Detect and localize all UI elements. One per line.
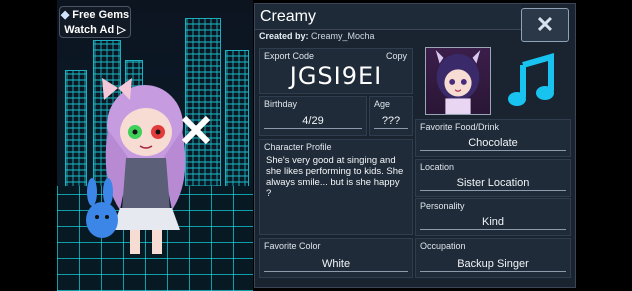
free-gems-label: Free Gems — [72, 9, 130, 21]
character-portrait[interactable] — [425, 47, 491, 115]
personality-label: Personality — [420, 201, 465, 211]
occupation-box: Occupation Backup Singer — [415, 238, 571, 278]
location-label: Location — [420, 162, 455, 172]
birthday-box: Birthday 4/29 — [259, 96, 367, 136]
free-gems-row: ◆ Free Gems — [60, 8, 130, 23]
favorite-food-value[interactable]: Chocolate — [420, 137, 566, 151]
personality-value[interactable]: Kind — [420, 216, 566, 230]
character-profile-panel: Creamy Created by: Creamy_Mocha ✕ Export… — [254, 3, 576, 288]
export-code-box: Export Code Copy JGSI9EI — [259, 48, 413, 94]
character-name-title: Creamy — [255, 4, 521, 30]
character-profile-label: Character Profile — [264, 142, 332, 152]
location-value[interactable]: Sister Location — [420, 177, 566, 191]
close-button[interactable]: ✕ — [521, 8, 569, 42]
character-profile-box: Character Profile She's very good at sin… — [259, 139, 413, 235]
personality-box: Personality Kind — [415, 198, 571, 236]
location-box: Location Sister Location — [415, 159, 571, 197]
favorite-color-box: Favorite Color White — [259, 238, 413, 278]
free-gems-button[interactable]: ◆ Free Gems Watch Ad ▷ — [59, 6, 131, 38]
favorite-color-label: Favorite Color — [264, 241, 321, 251]
watch-ad-label: Watch Ad ▷ — [64, 24, 126, 36]
character-avatar — [86, 78, 210, 254]
created-by-value: Creamy_Mocha — [311, 31, 375, 41]
diamond-icon: ◆ — [60, 9, 70, 21]
music-note-icon — [508, 53, 554, 106]
created-by-line: Created by: Creamy_Mocha — [259, 31, 375, 41]
birthday-value[interactable]: 4/29 — [264, 115, 362, 129]
age-label: Age — [374, 99, 391, 109]
export-code-value: JGSI9EI — [289, 62, 383, 90]
occupation-value[interactable]: Backup Singer — [420, 258, 566, 272]
birthday-label: Birthday — [264, 99, 298, 109]
copy-button[interactable]: Copy — [386, 51, 407, 61]
export-code-label: Export Code — [264, 51, 315, 61]
favorite-food-label: Favorite Food/Drink — [420, 122, 500, 132]
character-profile-text[interactable]: She's very good at singing and she likes… — [266, 155, 406, 199]
age-value[interactable]: ??? — [374, 115, 408, 129]
occupation-label: Occupation — [420, 241, 466, 251]
favorite-food-box: Favorite Food/Drink Chocolate — [415, 119, 571, 157]
age-box: Age ??? — [369, 96, 413, 136]
created-by-label: Created by: — [259, 31, 309, 41]
favorite-color-value[interactable]: White — [264, 258, 408, 272]
